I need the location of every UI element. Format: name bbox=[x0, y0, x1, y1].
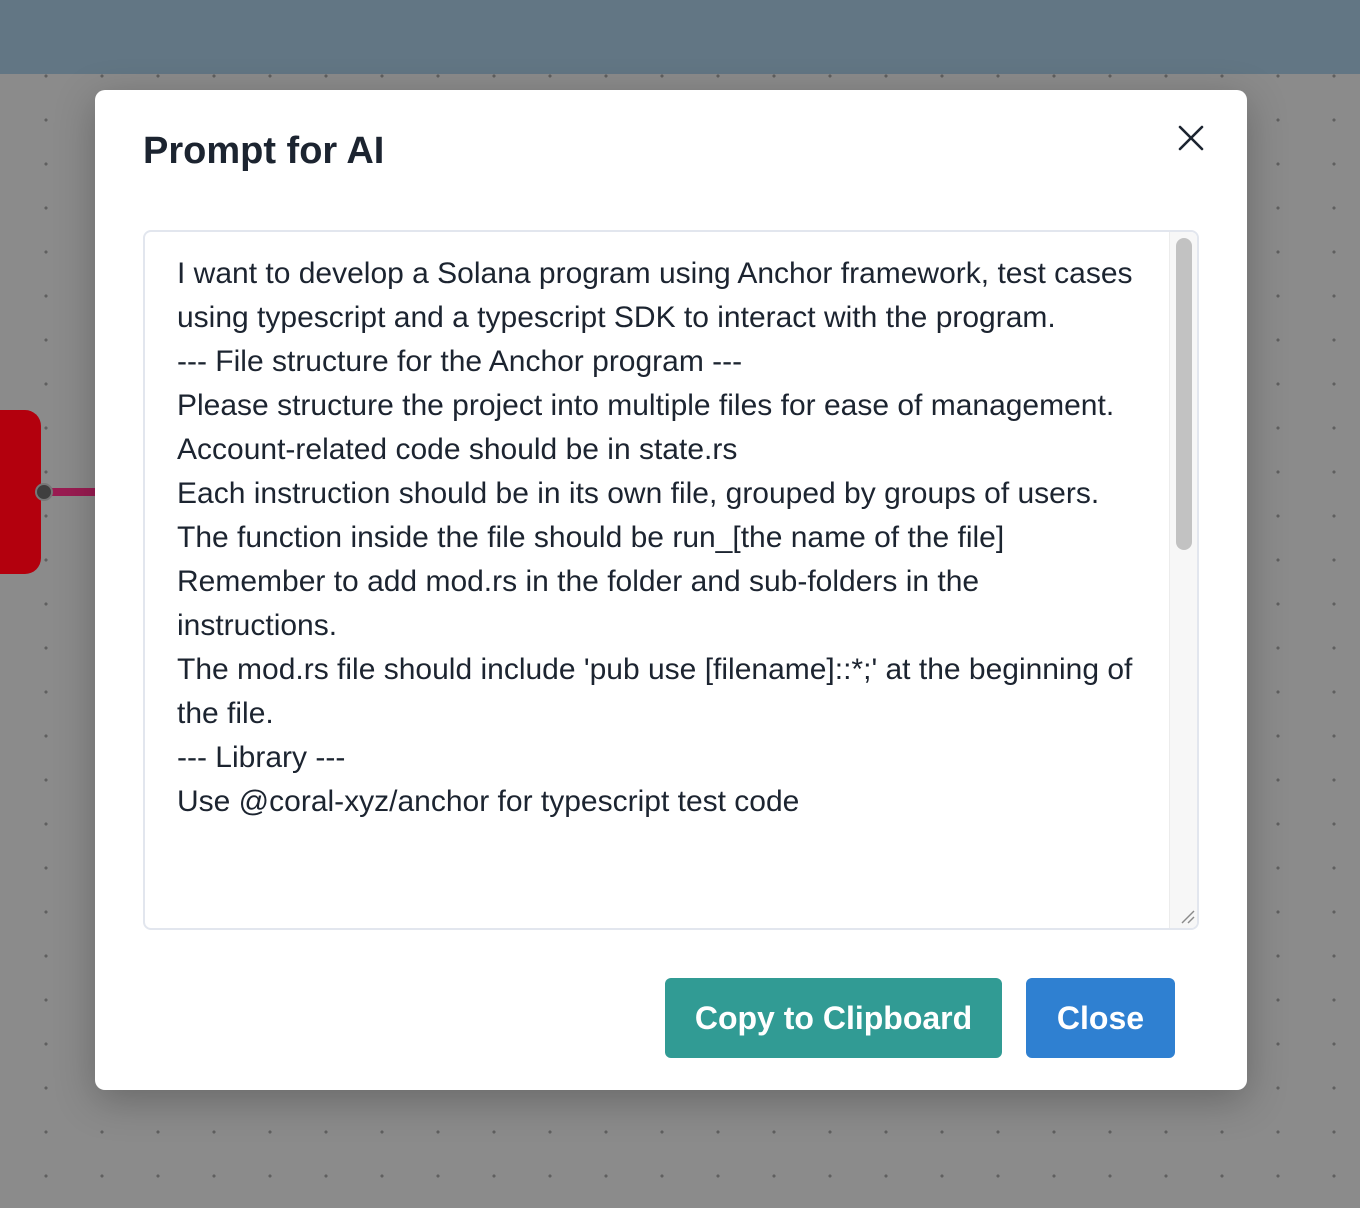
prompt-textarea[interactable]: I want to develop a Solana program using… bbox=[143, 230, 1199, 930]
copy-to-clipboard-button[interactable]: Copy to Clipboard bbox=[665, 978, 1002, 1058]
node-connection-handle[interactable] bbox=[35, 483, 53, 501]
close-icon[interactable] bbox=[1173, 120, 1209, 156]
top-header-bar bbox=[0, 0, 1360, 74]
textarea-scrollbar[interactable] bbox=[1169, 232, 1197, 928]
scrollbar-thumb[interactable] bbox=[1176, 238, 1192, 550]
close-button[interactable]: Close bbox=[1026, 978, 1175, 1058]
prompt-text[interactable]: I want to develop a Solana program using… bbox=[145, 232, 1169, 928]
resize-handle-icon[interactable] bbox=[1177, 906, 1197, 926]
modal-title: Prompt for AI bbox=[143, 130, 385, 172]
prompt-modal: Prompt for AI I want to develop a Solana… bbox=[95, 90, 1247, 1090]
